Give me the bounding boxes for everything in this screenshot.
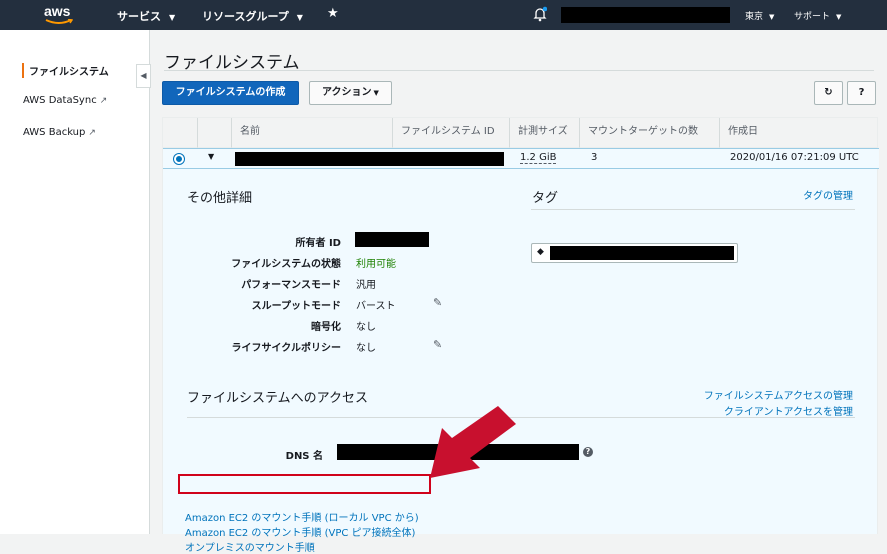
edit-pencil-icon[interactable]: ✎ <box>433 338 442 351</box>
external-link-icon: ↗ <box>88 128 96 138</box>
expand-caret-icon[interactable]: ▼ <box>208 152 214 161</box>
table-header-select <box>163 118 197 148</box>
notifications-bell-icon[interactable] <box>533 6 548 25</box>
lifecycle-policy-value: なし <box>356 343 376 354</box>
encryption-label: 暗号化 <box>311 322 341 333</box>
table-header-file-system-id[interactable]: ファイルシステム ID <box>392 118 509 148</box>
actions-label: アクション <box>322 87 372 98</box>
region-label: 東京 <box>745 12 764 22</box>
access-section-title: ファイルシステムへのアクセス <box>187 391 368 406</box>
sidebar: ファイルシステム AWS DataSync ↗ AWS Backup ↗ <box>0 30 150 534</box>
other-details-title: その他詳細 <box>187 191 253 206</box>
help-icon[interactable]: ? <box>583 447 593 457</box>
services-menu[interactable]: サービス ▼ <box>117 8 175 24</box>
refresh-button[interactable]: ↻ <box>814 81 843 105</box>
support-menu[interactable]: サポート ▼ <box>794 9 841 22</box>
on-premises-mount-link[interactable]: オンプレミスのマウント手順 <box>185 539 315 554</box>
metered-size-value: 1.2 GiB <box>520 152 557 164</box>
table-header-name[interactable]: 名前 <box>231 118 392 148</box>
table-header-metered-size[interactable]: 計測サイズ <box>509 118 579 148</box>
external-link-icon: ↗ <box>99 96 108 106</box>
actions-button[interactable]: アクション ▼ <box>309 81 392 105</box>
aws-smile-icon <box>45 19 73 24</box>
account-name-redacted[interactable] <box>561 7 730 23</box>
manage-tags-link[interactable]: タグの管理 <box>803 187 853 202</box>
file-system-state-label: ファイルシステムの状態 <box>231 259 341 270</box>
chevron-down-icon: ▼ <box>296 13 303 22</box>
aws-logo[interactable]: aws <box>44 3 78 25</box>
tag-value-redacted <box>550 246 734 260</box>
create-file-system-button[interactable]: ファイルシステムの作成 <box>162 81 299 105</box>
chevron-down-icon: ▼ <box>769 13 775 21</box>
sidebar-item-label: ファイルシステム <box>29 67 109 78</box>
table-row[interactable]: ▼ 1.2 GiB 3 2020/01/16 07:21:09 UTC <box>163 148 879 169</box>
throughput-mode-value: バースト <box>356 301 396 312</box>
support-label: サポート <box>794 12 831 22</box>
file-system-name-redacted <box>235 152 504 166</box>
throughput-mode-label: スループットモード <box>251 301 341 312</box>
refresh-icon: ↻ <box>824 87 833 98</box>
region-menu[interactable]: 東京 ▼ <box>745 9 774 22</box>
resource-groups-label: リソースグループ <box>202 10 289 23</box>
edit-pencil-icon[interactable]: ✎ <box>433 296 442 309</box>
performance-mode-label: パフォーマンスモード <box>241 280 341 291</box>
tags-divider <box>531 209 855 210</box>
encryption-value: なし <box>356 322 376 333</box>
pin-icon[interactable]: ★ <box>327 6 339 21</box>
chevron-left-icon: ◀ <box>140 71 147 80</box>
highlight-box <box>178 474 431 494</box>
table-header-mount-targets[interactable]: マウントターゲットの数 <box>579 118 719 148</box>
sidebar-item-backup[interactable]: AWS Backup ↗ <box>23 127 96 138</box>
aws-logo-text: aws <box>44 3 71 19</box>
creation-date-value: 2020/01/16 07:21:09 UTC <box>730 152 859 163</box>
red-arrow-annotation <box>430 406 516 478</box>
sidebar-item-label: AWS DataSync <box>23 95 97 106</box>
file-systems-table: 名前 ファイルシステム ID 計測サイズ マウントターゲットの数 作成日 ▼ 1… <box>162 117 879 169</box>
mount-targets-value: 3 <box>591 152 598 163</box>
title-divider <box>164 70 874 71</box>
chevron-down-icon: ▼ <box>169 13 176 22</box>
top-navigation-bar: aws サービス ▼ リソースグループ ▼ ★ 東京 ▼ サポート ▼ <box>0 0 887 30</box>
owner-id-redacted <box>355 232 429 247</box>
chevron-down-icon: ▼ <box>373 89 379 97</box>
sidebar-item-file-systems[interactable]: ファイルシステム <box>22 63 109 78</box>
dns-name-label: DNS 名 <box>285 451 323 462</box>
tags-title: タグ <box>532 191 559 206</box>
table-header-expand <box>197 118 231 148</box>
sidebar-item-label: AWS Backup <box>23 127 86 138</box>
row-select-radio[interactable] <box>174 154 184 164</box>
tag-icon: ◆ <box>537 247 544 257</box>
ec2-mount-vpc-peering-link[interactable]: Amazon EC2 のマウント手順 (VPC ピア接続全体) <box>185 524 415 539</box>
help-button[interactable]: ? <box>847 81 876 105</box>
owner-id-label: 所有者 ID <box>295 238 341 249</box>
ec2-mount-local-vpc-link[interactable]: Amazon EC2 のマウント手順 (ローカル VPC から) <box>185 509 419 524</box>
collapse-sidebar-button[interactable]: ◀ <box>136 64 151 88</box>
services-label: サービス <box>117 10 161 23</box>
manage-client-access-link[interactable]: クライアントアクセスを管理 <box>724 403 853 418</box>
tag-chip: ◆ <box>531 243 738 263</box>
help-icon: ? <box>858 87 865 98</box>
resource-groups-menu[interactable]: リソースグループ ▼ <box>202 8 303 24</box>
manage-file-system-access-link[interactable]: ファイルシステムアクセスの管理 <box>704 387 853 402</box>
file-system-state-value: 利用可能 <box>356 259 396 270</box>
lifecycle-policy-label: ライフサイクルポリシー <box>231 343 342 354</box>
chevron-down-icon: ▼ <box>836 13 842 21</box>
sidebar-item-datasync[interactable]: AWS DataSync ↗ <box>23 95 107 106</box>
performance-mode-value: 汎用 <box>356 280 376 291</box>
table-header-creation-date[interactable]: 作成日 <box>719 118 877 148</box>
